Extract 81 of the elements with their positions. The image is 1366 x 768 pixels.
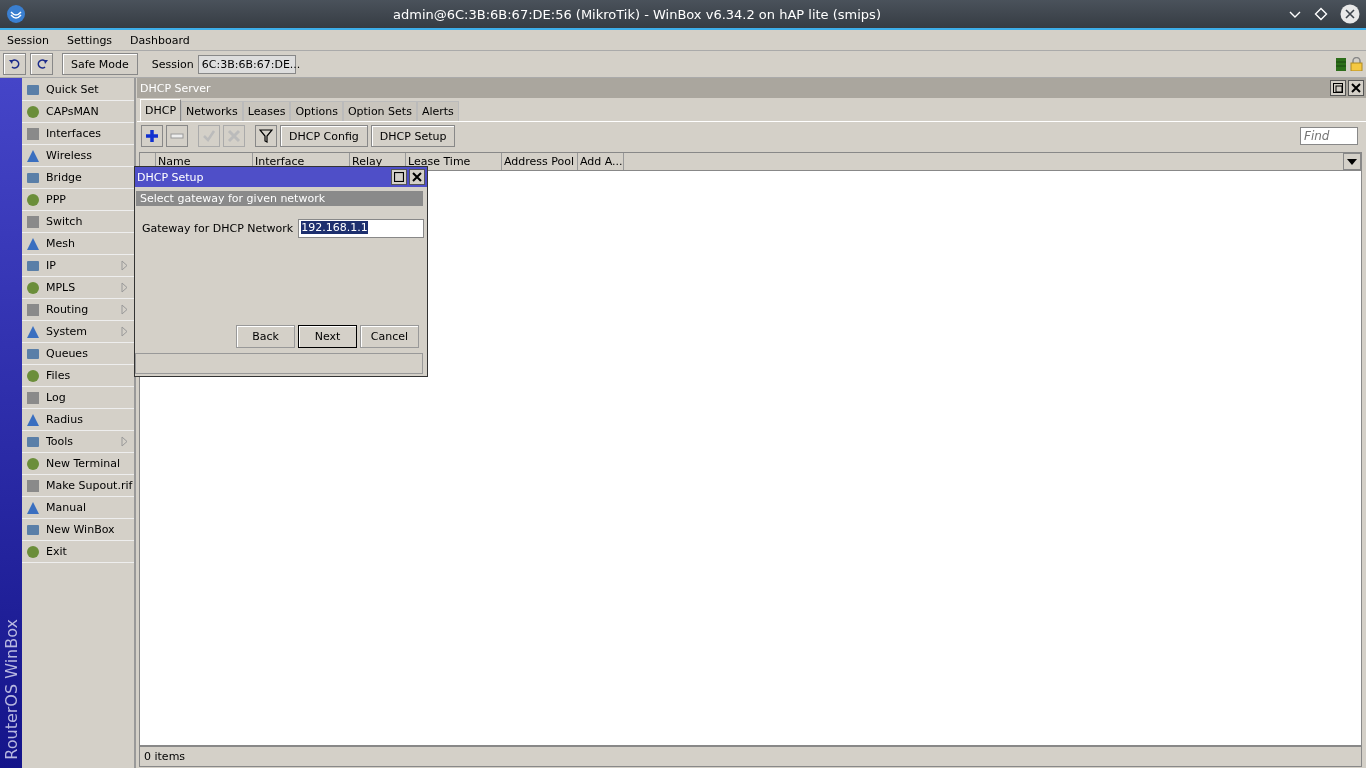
menu-icon bbox=[25, 477, 41, 494]
check-icon bbox=[202, 129, 216, 143]
sidebar-item[interactable]: New WinBox bbox=[22, 519, 134, 541]
tab[interactable]: Option Sets bbox=[342, 101, 417, 121]
caret-icon bbox=[1347, 158, 1357, 165]
sidebar-item[interactable]: New Terminal bbox=[22, 453, 134, 475]
tab[interactable]: Leases bbox=[242, 101, 291, 121]
tab[interactable]: Alerts bbox=[416, 101, 459, 121]
filter-button[interactable] bbox=[255, 125, 277, 147]
restore-button[interactable] bbox=[1330, 80, 1346, 96]
sidebar-item[interactable]: PPP bbox=[22, 189, 134, 211]
side-banner: RouterOS WinBox bbox=[0, 78, 22, 768]
menu-icon bbox=[25, 103, 41, 120]
status-bar: 0 items bbox=[139, 746, 1362, 767]
sidebar-item[interactable]: IP bbox=[22, 255, 134, 277]
sidebar-item[interactable]: Files bbox=[22, 365, 134, 387]
sidebar-item[interactable]: Wireless bbox=[22, 145, 134, 167]
menu-item[interactable]: Session bbox=[7, 33, 49, 47]
column-menu-button[interactable] bbox=[1343, 153, 1361, 170]
tab[interactable]: Options bbox=[290, 101, 343, 121]
globe-icon[interactable] bbox=[6, 4, 26, 24]
lock-icon bbox=[1350, 57, 1363, 71]
plus-icon bbox=[145, 129, 159, 143]
undo-icon bbox=[8, 59, 19, 69]
sidebar-item[interactable]: Interfaces bbox=[22, 123, 134, 145]
sidebar-item[interactable]: Switch bbox=[22, 211, 134, 233]
dialog-button[interactable]: Back bbox=[236, 325, 295, 348]
toolbar-button[interactable]: DHCP Setup bbox=[370, 125, 456, 147]
menu-item[interactable]: Dashboard bbox=[130, 33, 190, 47]
sidebar-item[interactable]: MPLS bbox=[22, 277, 134, 299]
undo-button[interactable] bbox=[3, 53, 26, 75]
menu-icon bbox=[25, 301, 41, 318]
close-button[interactable] bbox=[1348, 80, 1364, 96]
redo-button[interactable] bbox=[30, 53, 53, 75]
menu-icon bbox=[25, 213, 41, 230]
dialog-button[interactable]: Next bbox=[298, 325, 357, 348]
tab[interactable]: Networks bbox=[181, 101, 243, 121]
gateway-field[interactable]: 192.168.1.1 bbox=[298, 219, 425, 238]
find-field[interactable]: Find bbox=[1300, 127, 1358, 145]
filter-icon bbox=[259, 129, 273, 143]
sidebar-item[interactable]: CAPsMAN bbox=[22, 101, 134, 123]
menu-icon bbox=[25, 389, 41, 406]
sidebar-item[interactable]: Make Supout.rif bbox=[22, 475, 134, 497]
sidebar-item[interactable]: Radius bbox=[22, 409, 134, 431]
add-button[interactable] bbox=[141, 125, 163, 147]
status-bars-icon bbox=[1336, 57, 1346, 71]
sidebar-item[interactable]: Queues bbox=[22, 343, 134, 365]
menu-icon bbox=[25, 455, 41, 472]
safe-mode-button[interactable]: Safe Mode bbox=[62, 53, 138, 75]
sidebar-item[interactable]: System bbox=[22, 321, 134, 343]
maximize-button[interactable] bbox=[391, 169, 407, 185]
close-button[interactable] bbox=[409, 169, 425, 185]
sidebar-item[interactable]: Routing bbox=[22, 299, 134, 321]
remove-button[interactable] bbox=[166, 125, 188, 147]
tab[interactable]: DHCP bbox=[140, 99, 182, 121]
sidebar-item[interactable]: Bridge bbox=[22, 167, 134, 189]
close-icon[interactable] bbox=[1340, 4, 1360, 24]
sidebar-item[interactable]: Manual bbox=[22, 497, 134, 519]
menu-icon bbox=[25, 543, 41, 560]
column-header[interactable]: Add A... bbox=[578, 153, 624, 170]
window-title: admin@6C:3B:6B:67:DE:56 (MikroTik) - WinBox v6.34.2 on hAP lite (smips) bbox=[392, 6, 882, 22]
cross-icon bbox=[227, 129, 241, 143]
column-header[interactable]: Address Pool bbox=[502, 153, 578, 170]
dialog-button[interactable]: Cancel bbox=[360, 325, 419, 348]
sidebar-item[interactable]: Log bbox=[22, 387, 134, 409]
menu-item[interactable]: Settings bbox=[67, 33, 113, 47]
menu-icon bbox=[25, 125, 41, 142]
menu-icon bbox=[25, 279, 41, 296]
field-label: Gateway for DHCP Network bbox=[142, 222, 294, 235]
window-title: DHCP Server bbox=[140, 81, 211, 95]
maximize-icon[interactable] bbox=[1314, 7, 1328, 21]
dialog-title: DHCP Setup bbox=[137, 170, 204, 184]
sidebar-item[interactable]: Exit bbox=[22, 541, 134, 563]
menu-icon bbox=[25, 191, 41, 208]
toolbar-button[interactable]: DHCP Config bbox=[280, 125, 368, 147]
sidebar-item[interactable]: Tools bbox=[22, 431, 134, 453]
session-label: Session bbox=[151, 57, 194, 71]
menu-icon bbox=[25, 367, 41, 384]
redo-icon bbox=[37, 59, 48, 69]
step-header: Select gateway for given network bbox=[136, 191, 423, 206]
sidebar-item[interactable]: Quick Set bbox=[22, 79, 134, 101]
